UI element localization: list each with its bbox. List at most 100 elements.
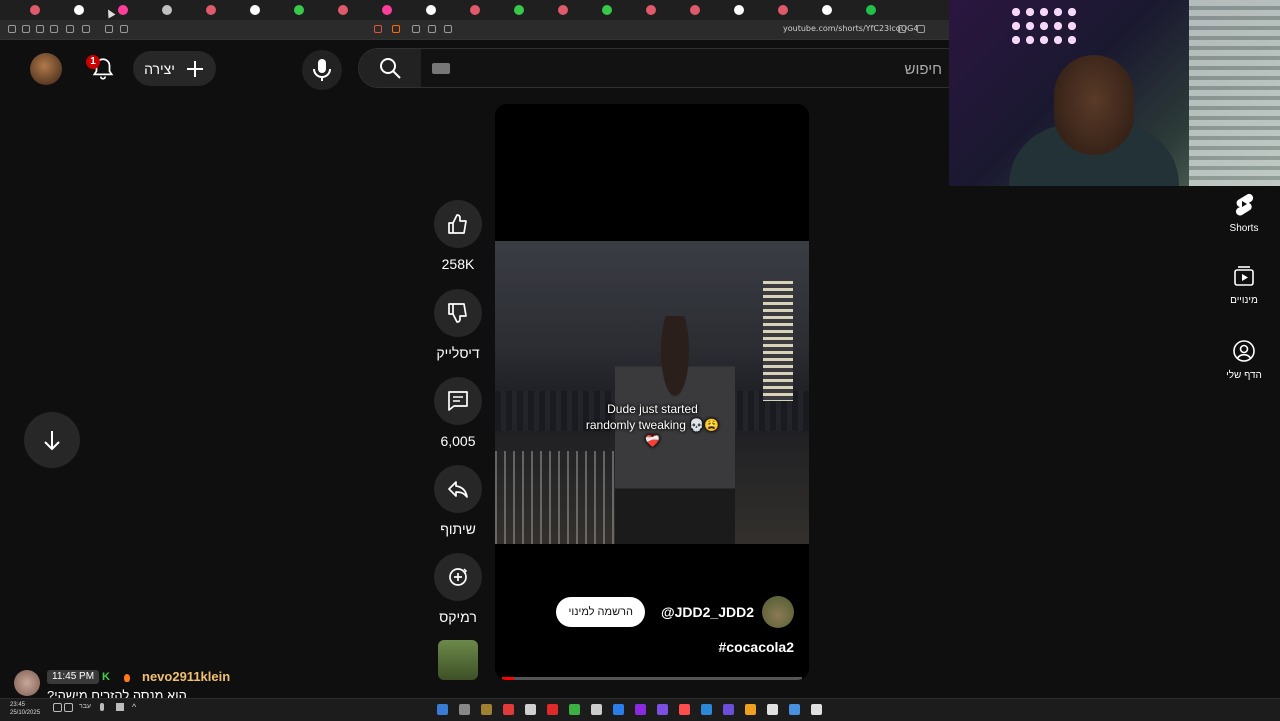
browser-tab[interactable] bbox=[294, 5, 304, 15]
search-button[interactable] bbox=[359, 49, 421, 87]
channel-handle[interactable]: @JDD2_JDD2 bbox=[661, 604, 754, 620]
browser-tab[interactable] bbox=[602, 5, 612, 15]
browser-tab[interactable] bbox=[338, 5, 348, 15]
remix-action: רמיקס bbox=[434, 553, 482, 625]
taskbar-app-icon[interactable] bbox=[811, 704, 822, 715]
share-button[interactable] bbox=[434, 465, 482, 513]
back-icon[interactable] bbox=[412, 25, 420, 33]
taskbar-app-icon[interactable] bbox=[591, 704, 602, 715]
nav-you[interactable]: הדף שלי bbox=[1214, 339, 1274, 381]
next-short-button[interactable] bbox=[24, 412, 80, 468]
taskbar-app-icon[interactable] bbox=[679, 704, 690, 715]
clock-date: 25/10/2025 bbox=[10, 710, 41, 716]
comment-count: 6,005 bbox=[440, 433, 476, 449]
taskbar-app-icon[interactable] bbox=[437, 704, 448, 715]
keyboard-icon[interactable] bbox=[432, 63, 450, 74]
network-icon[interactable] bbox=[64, 703, 73, 712]
taskbar-app-icon[interactable] bbox=[745, 704, 756, 715]
taskbar-app-icon[interactable] bbox=[481, 704, 492, 715]
speaker-icon[interactable] bbox=[53, 703, 62, 712]
browser-tab[interactable] bbox=[74, 5, 84, 15]
share-label: שיתוף bbox=[440, 521, 476, 537]
mic-tray-icon[interactable] bbox=[100, 703, 104, 711]
camera-icon[interactable] bbox=[105, 25, 113, 33]
shield-icon[interactable] bbox=[22, 25, 30, 33]
thumbs-down-icon bbox=[448, 303, 467, 323]
translate-icon[interactable] bbox=[898, 25, 906, 33]
taskbar-clock[interactable]: 23:45 25/10/2025 bbox=[10, 701, 40, 717]
shorts-player[interactable]: Dude just started randomly tweaking 💀😩❤️… bbox=[495, 104, 809, 680]
chat-avatar bbox=[14, 670, 40, 696]
browser-tab[interactable] bbox=[514, 5, 524, 15]
brave-shield-icon[interactable] bbox=[392, 25, 400, 33]
browser-tab[interactable] bbox=[206, 5, 216, 15]
comments-button[interactable] bbox=[434, 377, 482, 425]
browser-tab[interactable] bbox=[778, 5, 788, 15]
zoom-icon[interactable] bbox=[428, 25, 436, 33]
dislike-label: דיסלייק bbox=[436, 345, 480, 361]
clock-time: 23:45 bbox=[10, 702, 26, 708]
browser-tab[interactable] bbox=[822, 5, 832, 15]
taskbar-app-icon[interactable] bbox=[701, 704, 712, 715]
pin-icon[interactable] bbox=[36, 25, 44, 33]
browser-tab[interactable] bbox=[162, 5, 172, 15]
remix-button[interactable] bbox=[434, 553, 482, 601]
hashtag-link[interactable]: #cocacola2 bbox=[719, 639, 795, 655]
taskbar-app-icon[interactable] bbox=[635, 704, 646, 715]
search-input[interactable] bbox=[460, 49, 944, 89]
subscriptions-icon bbox=[1234, 266, 1254, 286]
create-button[interactable]: יצירה bbox=[133, 51, 216, 86]
taskbar-app-icon[interactable] bbox=[657, 704, 668, 715]
taskbar-app-icon[interactable] bbox=[459, 704, 470, 715]
taskbar: 23:45 25/10/2025 עבר ^ bbox=[0, 698, 1280, 721]
like-action: 258K bbox=[434, 200, 482, 272]
voice-search-button[interactable] bbox=[302, 50, 342, 90]
bookmark-icon[interactable] bbox=[917, 25, 925, 33]
taskbar-app-icon[interactable] bbox=[503, 704, 514, 715]
refresh-icon[interactable] bbox=[120, 25, 128, 33]
nav-subscriptions[interactable]: מינויים bbox=[1214, 264, 1274, 306]
browser-tab[interactable] bbox=[734, 5, 744, 15]
browser-tab[interactable] bbox=[30, 5, 40, 15]
progress-bar[interactable] bbox=[502, 677, 802, 680]
browser-tab[interactable] bbox=[426, 5, 436, 15]
sidebar-icon[interactable] bbox=[50, 25, 58, 33]
share-action: שיתוף bbox=[434, 465, 482, 537]
dislike-button[interactable] bbox=[434, 289, 482, 337]
browser-tab[interactable] bbox=[118, 5, 128, 15]
nav-shorts[interactable]: Shorts bbox=[1214, 192, 1274, 234]
like-button[interactable] bbox=[434, 200, 482, 248]
browser-tab[interactable] bbox=[646, 5, 656, 15]
comments-action: 6,005 bbox=[434, 377, 482, 449]
taskbar-app-icon[interactable] bbox=[525, 704, 536, 715]
browser-tab[interactable] bbox=[382, 5, 392, 15]
brave-rewards-icon[interactable] bbox=[374, 25, 382, 33]
taskbar-app-icon[interactable] bbox=[789, 704, 800, 715]
taskbar-app-icon[interactable] bbox=[767, 704, 778, 715]
video-frame[interactable]: Dude just started randomly tweaking 💀😩❤️… bbox=[495, 241, 809, 544]
channel-avatar[interactable] bbox=[762, 596, 794, 628]
subscribe-button[interactable]: הרשמה למינוי bbox=[556, 597, 645, 627]
account-avatar[interactable] bbox=[30, 53, 62, 85]
taskbar-app-icon[interactable] bbox=[569, 704, 580, 715]
tray-app-icon[interactable] bbox=[116, 703, 124, 711]
browser-tab[interactable] bbox=[470, 5, 480, 15]
taskbar-app-icon[interactable] bbox=[547, 704, 558, 715]
language-indicator[interactable]: עבר bbox=[79, 703, 91, 710]
chat-timestamp: 11:45 PM bbox=[47, 670, 100, 684]
reading-icon[interactable] bbox=[66, 25, 74, 33]
browser-tab[interactable] bbox=[558, 5, 568, 15]
taskbar-app-icon[interactable] bbox=[723, 704, 734, 715]
menu-icon[interactable] bbox=[8, 25, 16, 33]
browser-tab[interactable] bbox=[690, 5, 700, 15]
browser-tab[interactable] bbox=[866, 5, 876, 15]
nav-shorts-label: Shorts bbox=[1229, 223, 1259, 234]
webcam-overlay bbox=[949, 0, 1280, 186]
tray-overflow-icon[interactable]: ^ bbox=[132, 702, 136, 712]
sound-thumbnail[interactable] bbox=[438, 640, 478, 680]
account-circle-icon bbox=[1233, 340, 1255, 362]
taskbar-app-icon[interactable] bbox=[613, 704, 624, 715]
music-icon[interactable] bbox=[82, 25, 90, 33]
browser-tab[interactable] bbox=[250, 5, 260, 15]
cast-icon[interactable] bbox=[444, 25, 452, 33]
